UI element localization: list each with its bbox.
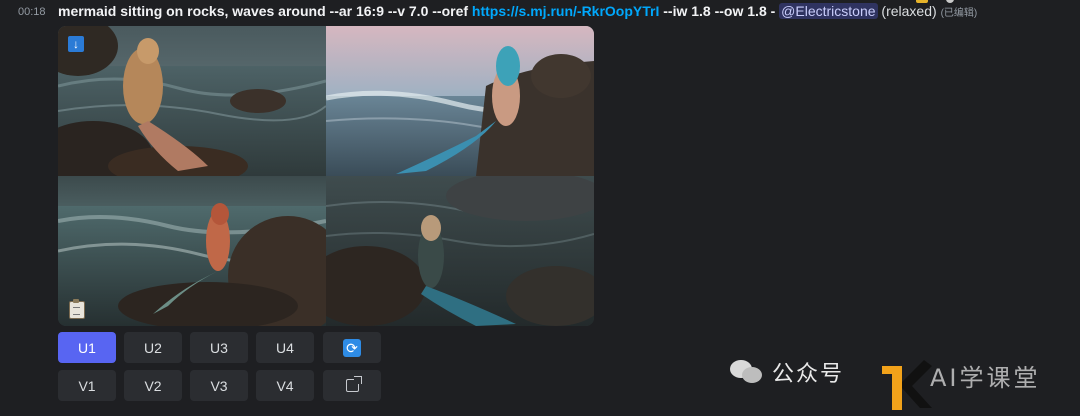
variation-button-1[interactable]: V1 — [58, 370, 116, 401]
reroll-button[interactable]: ⟳ — [323, 332, 381, 363]
watermark-text-2: AI学课堂 — [930, 364, 1041, 392]
external-link-icon — [345, 376, 362, 392]
upscale-button-2[interactable]: U2 — [124, 332, 182, 363]
variation-button-3[interactable]: V3 — [190, 370, 248, 401]
mode-label: (relaxed) — [881, 3, 937, 19]
upscale-button-4[interactable]: U4 — [256, 332, 314, 363]
prompt-text: mermaid sitting on rocks, waves around — [58, 3, 326, 19]
oref-link[interactable]: https://s.mj.run/-RkrOopYTrI — [472, 3, 659, 19]
weight-params: --iw 1.8 --ow 1.8 - — [663, 3, 776, 19]
image-grid[interactable] — [58, 26, 594, 326]
watermark: 公众号 — [730, 352, 844, 392]
clipboard-icon[interactable] — [69, 299, 85, 319]
midjourney-message: 00:18 mermaid sitting on rocks, waves ar… — [0, 0, 1080, 416]
wechat-icon — [730, 360, 764, 384]
watermark-text-1: 公众号 — [772, 361, 845, 386]
variation-button-4[interactable]: V4 — [256, 370, 314, 401]
user-mention[interactable]: @Electricstone — [779, 3, 878, 19]
refresh-icon: ⟳ — [343, 338, 361, 357]
edited-label: (已编辑) — [940, 8, 978, 19]
grid-image-3[interactable] — [58, 176, 326, 326]
message-timestamp: 00:18 — [18, 6, 46, 18]
grid-image-2[interactable] — [326, 26, 594, 176]
open-web-button[interactable] — [323, 370, 381, 401]
prompt-line: mermaid sitting on rocks, waves around -… — [58, 3, 1068, 19]
grid-image-4[interactable] — [326, 176, 594, 326]
grid-image-1[interactable] — [58, 26, 326, 176]
upscale-button-3[interactable]: U3 — [190, 332, 248, 363]
variation-button-2[interactable]: V2 — [124, 370, 182, 401]
download-icon[interactable]: ↓ — [68, 36, 84, 52]
watermark-logo — [882, 360, 932, 410]
upscale-button-1[interactable]: U1 — [58, 332, 116, 363]
prompt-params: --ar 16:9 --v 7.0 --oref — [329, 3, 469, 19]
